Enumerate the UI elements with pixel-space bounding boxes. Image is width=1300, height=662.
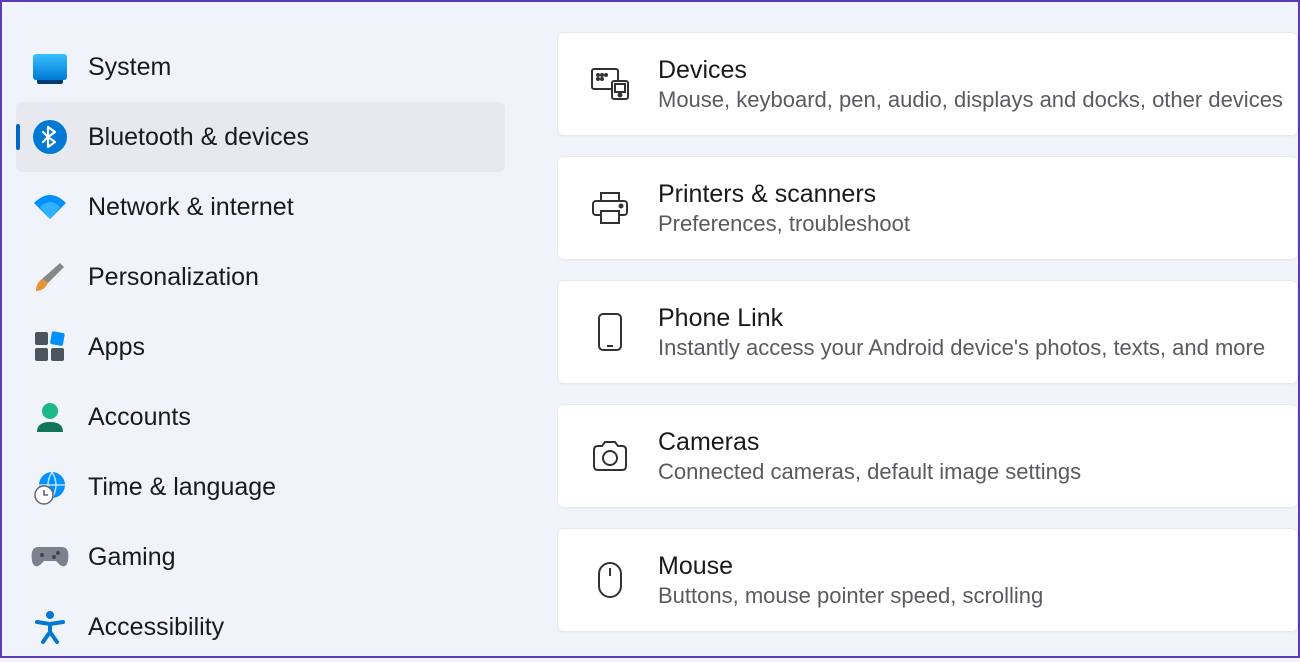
sidebar-item-gaming[interactable]: Gaming bbox=[16, 522, 505, 592]
sidebar-item-accounts[interactable]: Accounts bbox=[16, 382, 505, 452]
sidebar-item-personalization[interactable]: Personalization bbox=[16, 242, 505, 312]
gamepad-icon bbox=[30, 537, 70, 577]
card-subtitle: Buttons, mouse pointer speed, scrolling bbox=[658, 583, 1043, 609]
sidebar-item-label: Apps bbox=[88, 333, 145, 362]
card-cameras[interactable]: Cameras Connected cameras, default image… bbox=[557, 404, 1298, 508]
sidebar-item-bluetooth-devices[interactable]: Bluetooth & devices bbox=[16, 102, 505, 172]
card-title: Cameras bbox=[658, 427, 1081, 457]
apps-icon bbox=[30, 327, 70, 367]
paintbrush-icon bbox=[30, 257, 70, 297]
sidebar-item-time-language[interactable]: Time & language bbox=[16, 452, 505, 522]
sidebar-item-network[interactable]: Network & internet bbox=[16, 172, 505, 242]
printer-icon bbox=[590, 188, 630, 228]
devices-icon bbox=[590, 64, 630, 104]
card-printers-scanners[interactable]: Printers & scanners Preferences, trouble… bbox=[557, 156, 1298, 260]
sidebar-item-label: Network & internet bbox=[88, 193, 294, 222]
card-subtitle: Preferences, troubleshoot bbox=[658, 211, 910, 237]
camera-icon bbox=[590, 436, 630, 476]
sidebar-item-apps[interactable]: Apps bbox=[16, 312, 505, 382]
sidebar-item-label: Accounts bbox=[88, 403, 191, 432]
sidebar-item-label: Time & language bbox=[88, 473, 276, 502]
main-content: Devices Mouse, keyboard, pen, audio, dis… bbox=[515, 2, 1298, 656]
bluetooth-icon bbox=[30, 117, 70, 157]
card-devices[interactable]: Devices Mouse, keyboard, pen, audio, dis… bbox=[557, 32, 1298, 136]
mouse-icon bbox=[590, 560, 630, 600]
sidebar-item-label: Bluetooth & devices bbox=[88, 123, 309, 152]
sidebar-item-label: System bbox=[88, 53, 171, 82]
wifi-icon bbox=[30, 187, 70, 227]
sidebar: System Bluetooth & devices Network & int… bbox=[2, 2, 515, 656]
sidebar-item-system[interactable]: System bbox=[16, 32, 505, 102]
sidebar-item-label: Gaming bbox=[88, 543, 176, 572]
card-title: Devices bbox=[658, 55, 1283, 85]
system-icon bbox=[30, 47, 70, 87]
sidebar-item-label: Accessibility bbox=[88, 613, 224, 642]
card-subtitle: Connected cameras, default image setting… bbox=[658, 459, 1081, 485]
card-mouse[interactable]: Mouse Buttons, mouse pointer speed, scro… bbox=[557, 528, 1298, 632]
sidebar-item-accessibility[interactable]: Accessibility bbox=[16, 592, 505, 662]
clock-globe-icon bbox=[30, 467, 70, 507]
phone-icon bbox=[590, 312, 630, 352]
sidebar-item-label: Personalization bbox=[88, 263, 259, 292]
card-subtitle: Instantly access your Android device's p… bbox=[658, 335, 1265, 361]
accessibility-icon bbox=[30, 607, 70, 647]
account-icon bbox=[30, 397, 70, 437]
card-title: Printers & scanners bbox=[658, 179, 910, 209]
card-title: Phone Link bbox=[658, 303, 1265, 333]
card-subtitle: Mouse, keyboard, pen, audio, displays an… bbox=[658, 87, 1283, 113]
card-phone-link[interactable]: Phone Link Instantly access your Android… bbox=[557, 280, 1298, 384]
card-title: Mouse bbox=[658, 551, 1043, 581]
